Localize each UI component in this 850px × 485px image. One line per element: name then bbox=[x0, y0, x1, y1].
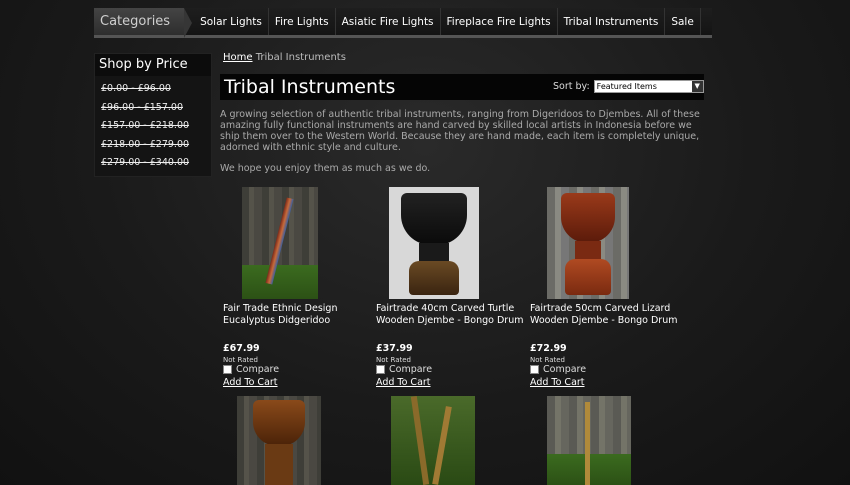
compare-toggle[interactable]: Compare bbox=[223, 364, 373, 375]
price-range-link[interactable]: £0.00 - £96.00 bbox=[101, 80, 205, 99]
product-price: £67.99 bbox=[223, 343, 260, 354]
shop-by-price-title: Shop by Price bbox=[95, 54, 211, 76]
nav-item-solar-lights[interactable]: Solar Lights bbox=[194, 8, 269, 35]
shop-by-price-panel: Shop by Price £0.00 - £96.00 £96.00 - £1… bbox=[94, 53, 212, 177]
product-image[interactable] bbox=[547, 187, 629, 299]
chevron-down-icon[interactable]: ▼ bbox=[691, 81, 703, 92]
nav-item-fireplace-fire-lights[interactable]: Fireplace Fire Lights bbox=[441, 8, 558, 35]
top-nav: Categories Solar Lights Fire Lights Asia… bbox=[94, 8, 712, 38]
product-name[interactable]: Fairtrade 50cm Carved Lizard Wooden Djem… bbox=[530, 303, 680, 327]
price-range-link[interactable]: £279.00 - £340.00 bbox=[101, 154, 205, 173]
product-card: Fair Trade Ethnic Design Eucalyptus Didg… bbox=[223, 187, 373, 388]
product-image[interactable] bbox=[242, 187, 318, 299]
compare-checkbox[interactable] bbox=[376, 365, 385, 374]
category-title-bar: Tribal Instruments Sort by: Featured Ite… bbox=[220, 74, 704, 100]
categories-label[interactable]: Categories bbox=[94, 8, 193, 38]
category-description: A growing selection of authentic tribal … bbox=[220, 109, 700, 153]
price-range-link[interactable]: £157.00 - £218.00 bbox=[101, 117, 205, 136]
add-to-cart-link[interactable]: Add To Cart bbox=[530, 377, 680, 388]
product-image[interactable] bbox=[547, 396, 631, 485]
product-image[interactable] bbox=[391, 396, 475, 485]
add-to-cart-link[interactable]: Add To Cart bbox=[223, 377, 373, 388]
nav-item-sale[interactable]: Sale bbox=[665, 8, 701, 35]
product-name[interactable]: Fair Trade Ethnic Design Eucalyptus Didg… bbox=[223, 303, 373, 327]
product-rating: Not Rated bbox=[223, 356, 258, 364]
page-title: Tribal Instruments bbox=[224, 76, 396, 98]
add-to-cart-link[interactable]: Add To Cart bbox=[376, 377, 526, 388]
compare-label: Compare bbox=[236, 364, 280, 375]
compare-label: Compare bbox=[543, 364, 587, 375]
price-range-link[interactable]: £96.00 - £157.00 bbox=[101, 99, 205, 118]
product-rating: Not Rated bbox=[530, 356, 565, 364]
product-price: £37.99 bbox=[376, 343, 413, 354]
compare-toggle[interactable]: Compare bbox=[530, 364, 680, 375]
breadcrumb-current: Tribal Instruments bbox=[255, 52, 346, 63]
product-name[interactable]: Fairtrade 40cm Carved Turtle Wooden Djem… bbox=[376, 303, 526, 327]
category-description-2: We hope you enjoy them as much as we do. bbox=[220, 163, 431, 174]
product-rating: Not Rated bbox=[376, 356, 411, 364]
nav-item-fire-lights[interactable]: Fire Lights bbox=[269, 8, 336, 35]
compare-checkbox[interactable] bbox=[530, 365, 539, 374]
nav-item-tribal-instruments[interactable]: Tribal Instruments bbox=[558, 8, 666, 35]
compare-toggle[interactable]: Compare bbox=[376, 364, 526, 375]
product-image[interactable] bbox=[389, 187, 479, 299]
breadcrumb: Home Tribal Instruments bbox=[223, 52, 346, 63]
sort-label: Sort by: bbox=[553, 81, 590, 92]
product-price: £72.99 bbox=[530, 343, 567, 354]
sort-control: Sort by: Featured Items ▼ bbox=[553, 80, 704, 93]
price-range-link[interactable]: £218.00 - £279.00 bbox=[101, 136, 205, 155]
compare-label: Compare bbox=[389, 364, 433, 375]
sort-select-value: Featured Items bbox=[596, 82, 657, 91]
product-card: Fairtrade 50cm Carved Lizard Wooden Djem… bbox=[530, 187, 680, 388]
compare-checkbox[interactable] bbox=[223, 365, 232, 374]
breadcrumb-home-link[interactable]: Home bbox=[223, 52, 253, 63]
sort-select[interactable]: Featured Items ▼ bbox=[593, 80, 704, 93]
product-card: Fairtrade 40cm Carved Turtle Wooden Djem… bbox=[376, 187, 526, 388]
product-image[interactable] bbox=[237, 396, 321, 485]
nav-item-asiatic-fire-lights[interactable]: Asiatic Fire Lights bbox=[336, 8, 441, 35]
